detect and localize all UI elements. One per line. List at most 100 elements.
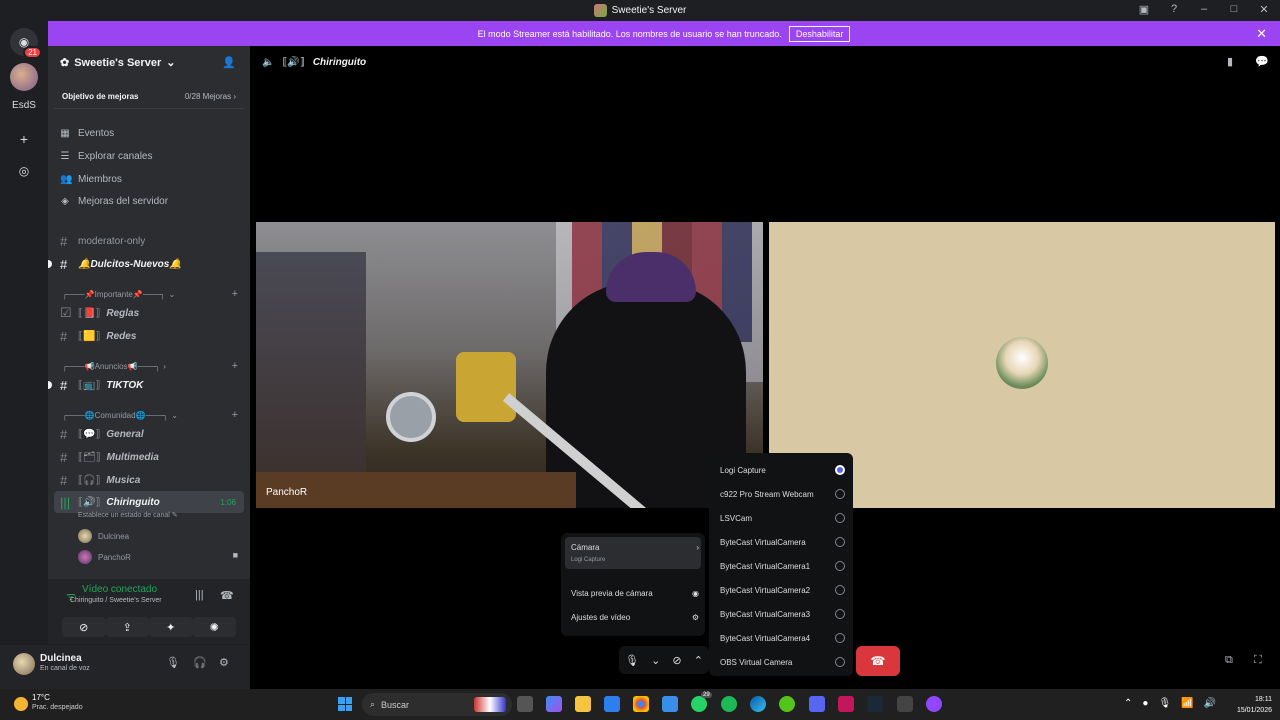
- inbox-icon[interactable]: ▣: [1136, 3, 1152, 16]
- invite-people-icon[interactable]: 👤: [222, 56, 236, 69]
- taskbar-search[interactable]: ⌕ Buscar: [362, 693, 512, 716]
- camera-option[interactable]: c922 Pro Stream Webcam: [720, 486, 845, 502]
- whatsapp-icon[interactable]: [691, 696, 707, 712]
- add-server-icon[interactable]: +: [10, 125, 38, 153]
- nav-eventos[interactable]: ▦ Eventos: [60, 128, 114, 139]
- voice-user-panchor[interactable]: PanchoR: [78, 550, 131, 564]
- minimize-button[interactable]: –: [1196, 3, 1212, 16]
- file-explorer-icon[interactable]: [575, 696, 591, 712]
- app-icon[interactable]: [662, 696, 678, 712]
- start-button[interactable]: [338, 697, 352, 711]
- volume-icon[interactable]: 🔊: [1204, 698, 1216, 709]
- camera-off-icon[interactable]: ⊘: [672, 654, 681, 667]
- voice-status[interactable]: Vídeo conectado: [82, 584, 157, 595]
- user-panel: Dulcinea En canal de voz 🎙 🎧 ⚙: [0, 645, 250, 689]
- chrome-icon[interactable]: [633, 696, 649, 712]
- camera-option[interactable]: ByteCast VirtualCamera1: [720, 558, 845, 574]
- gear-icon[interactable]: ⚙: [219, 656, 229, 669]
- app-icon[interactable]: [926, 696, 942, 712]
- camera-submenu-item[interactable]: Cámara ›: [571, 543, 699, 552]
- camera-preview-item[interactable]: Vista previa de cámara ◉: [571, 589, 699, 598]
- close-button[interactable]: ✕: [1256, 3, 1272, 16]
- tray-app-icon[interactable]: ●: [1142, 698, 1148, 709]
- add-channel-icon[interactable]: +: [232, 409, 238, 421]
- voice-channel-link[interactable]: Chiringuito / Sweetie's Server: [70, 597, 162, 604]
- channel-musica[interactable]: # ⟦🎧⟧ Musica: [54, 470, 244, 490]
- nav-mejoras[interactable]: ◈ Mejoras del servidor: [60, 196, 168, 207]
- add-channel-icon[interactable]: +: [232, 360, 238, 372]
- set-channel-status[interactable]: Establece un estado de canal ✎: [78, 511, 178, 519]
- noise-suppression-icon[interactable]: |||: [195, 589, 204, 601]
- camera-option[interactable]: OBS Virtual Camera: [720, 654, 845, 670]
- copilot-icon[interactable]: [546, 696, 562, 712]
- microphone-icon[interactable]: 🎙: [1158, 698, 1171, 709]
- task-view-icon[interactable]: [517, 696, 533, 712]
- camera-option[interactable]: LSVCam: [720, 510, 845, 526]
- steam-icon[interactable]: [867, 696, 883, 712]
- store-icon[interactable]: [604, 696, 620, 712]
- weather-widget[interactable]: 17°C Prac. despejado: [14, 693, 83, 713]
- app-icon[interactable]: [838, 696, 854, 712]
- camera-option[interactable]: ByteCast VirtualCamera4: [720, 630, 845, 646]
- camera-toggle-button[interactable]: ⊘: [62, 617, 106, 637]
- nav-miembros[interactable]: 👥 Miembros: [60, 174, 122, 185]
- camera-option[interactable]: ByteCast VirtualCamera3: [720, 606, 845, 622]
- channel-name: moderator-only: [78, 235, 146, 247]
- channel-redes[interactable]: # ⟦🟨⟧ Redes: [54, 326, 244, 346]
- wifi-icon[interactable]: 📶: [1181, 698, 1193, 709]
- video-settings-item[interactable]: Ajustes de vídeo ⚙: [571, 613, 699, 622]
- app-icon[interactable]: [779, 696, 795, 712]
- server-label[interactable]: EsdS: [0, 100, 48, 111]
- chat-icon[interactable]: 💬: [1255, 55, 1269, 68]
- channel-dulcitos[interactable]: # 🔔Dulcitos-Nuevos🔔: [48, 254, 244, 274]
- close-icon[interactable]: ✕: [1256, 26, 1267, 42]
- user-name: Dulcinea: [40, 653, 82, 664]
- camera-option[interactable]: ByteCast VirtualCamera2: [720, 582, 845, 598]
- nav-explorar[interactable]: ☰ Explorar canales: [60, 151, 153, 162]
- headphones-icon[interactable]: 🎧: [193, 656, 207, 669]
- category-anuncios[interactable]: ┌───📢Anuncios📢───┐ ›: [62, 362, 166, 371]
- disable-streamer-button[interactable]: Deshabilitar: [788, 25, 851, 42]
- server-header[interactable]: ✿ Sweetie's Server ⌄ 👤: [48, 46, 250, 79]
- disconnect-icon[interactable]: ☎: [220, 589, 234, 602]
- microphone-icon[interactable]: 🎙: [166, 656, 180, 669]
- fullscreen-icon[interactable]: ⛶: [1254, 654, 1262, 667]
- activities-button[interactable]: ✦: [149, 617, 193, 637]
- voice-user-dulcinea[interactable]: Dulcinea: [78, 529, 129, 543]
- category-importante[interactable]: ┌───📌Importante📌───┐ ⌄: [62, 290, 175, 299]
- channel-tiktok[interactable]: # ⟦📺⟧ TIKTOK: [48, 375, 244, 395]
- camera-device-menu: Logi Capture c922 Pro Stream Webcam LSVC…: [709, 453, 853, 676]
- screen-share-button[interactable]: ⇪: [105, 617, 149, 637]
- microphone-icon[interactable]: 🎙: [625, 654, 639, 667]
- boost-goal[interactable]: Objetivo de mejoras 0/28 Mejoras ›: [54, 85, 244, 109]
- discord-icon[interactable]: [809, 696, 825, 712]
- spotify-icon[interactable]: [721, 696, 737, 712]
- category-comunidad[interactable]: ┌───🌐Comunidad🌐───┐ ⌄: [62, 411, 178, 420]
- chevron-up-icon[interactable]: ⌃: [694, 654, 703, 667]
- chevron-up-icon[interactable]: ⌃: [1124, 698, 1132, 709]
- video-tile-panchor[interactable]: PanchoR: [256, 222, 763, 508]
- soundboard-button[interactable]: ✺: [192, 617, 236, 637]
- explore-icon[interactable]: ◎: [10, 157, 38, 185]
- edge-icon[interactable]: [750, 696, 766, 712]
- channel-general[interactable]: # ⟦💬⟧ General: [54, 424, 244, 444]
- server-avatar-button[interactable]: [10, 63, 38, 91]
- direct-messages-button[interactable]: ◉ 21: [10, 28, 42, 59]
- disconnect-button[interactable]: ☎: [856, 646, 900, 676]
- camera-option[interactable]: Logi Capture: [720, 462, 845, 478]
- channel-reglas[interactable]: ☑ ⟦📕⟧ Reglas: [54, 303, 244, 323]
- popout-icon[interactable]: ⧉: [1225, 654, 1233, 667]
- avatar[interactable]: [13, 653, 35, 675]
- maximize-button[interactable]: □: [1226, 3, 1242, 16]
- bookmark-icon[interactable]: ▮: [1227, 55, 1233, 68]
- channel-emoji-icon: ⟦🎧⟧: [78, 474, 101, 486]
- camera-option[interactable]: ByteCast VirtualCamera: [720, 534, 845, 550]
- help-icon[interactable]: ?: [1166, 3, 1182, 16]
- taskbar-clock[interactable]: 18:11 15/01/2026: [1228, 694, 1272, 716]
- channel-chiringuito[interactable]: ||| ⟦🔊⟧ Chiringuito 1:06: [54, 491, 244, 513]
- app-icon[interactable]: [897, 696, 913, 712]
- channel-multimedia[interactable]: # ⟦🗂⟧ Multimedia: [54, 447, 244, 467]
- channel-moderator-only[interactable]: # moderator-only: [54, 231, 244, 251]
- add-channel-icon[interactable]: +: [232, 288, 238, 300]
- chevron-down-icon[interactable]: ⌄: [651, 654, 660, 667]
